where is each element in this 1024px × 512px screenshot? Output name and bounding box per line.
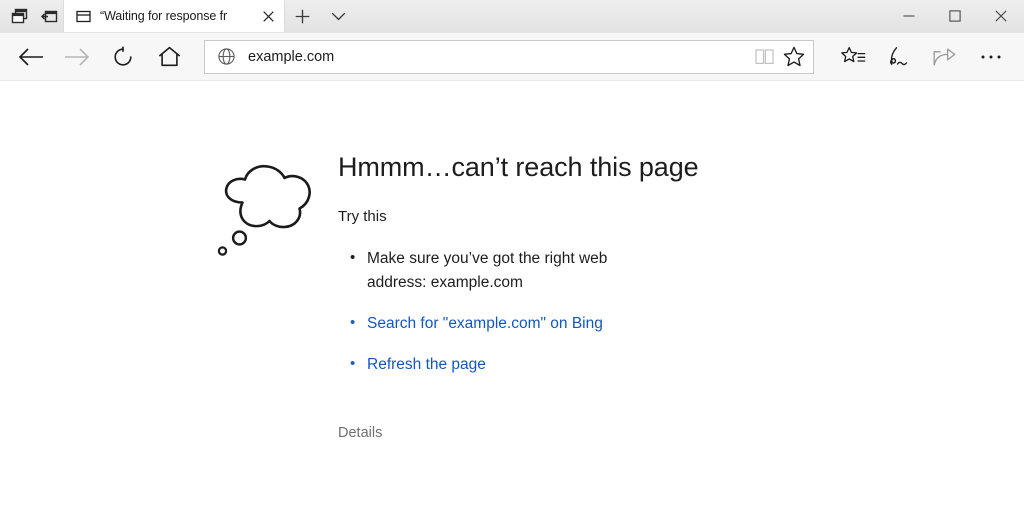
reading-view-icon[interactable] [749, 42, 779, 72]
suggestion-line-1: Make sure you’ve got the right web [367, 249, 608, 267]
tabs-you-have-set-aside-icon[interactable] [34, 1, 64, 31]
list-item: Make sure you’ve got the right web addre… [338, 246, 667, 295]
navigation-toolbar: example.com [0, 33, 1024, 81]
address-bar[interactable]: example.com [204, 39, 814, 74]
web-notes-icon[interactable] [876, 37, 922, 77]
browser-tab[interactable]: “Waiting for response fr [64, 0, 284, 32]
share-icon[interactable] [922, 37, 968, 77]
set-tabs-aside-icon[interactable] [4, 1, 34, 31]
toolbar-right-icons [830, 37, 1016, 77]
address-input[interactable]: example.com [248, 49, 749, 65]
refresh-button[interactable] [100, 37, 146, 77]
refresh-page-link[interactable]: Refresh the page [367, 356, 486, 373]
close-button[interactable] [978, 0, 1024, 32]
window-controls [886, 0, 1024, 32]
titlebar-left-buttons [0, 0, 64, 32]
details-toggle[interactable]: Details [338, 425, 382, 441]
error-page: Hmmm…can’t reach this page Try this Make… [212, 152, 938, 442]
star-icon[interactable] [779, 42, 809, 72]
new-tab-button[interactable] [284, 0, 320, 32]
maximize-button[interactable] [932, 0, 978, 32]
thought-bubble-illustration [212, 153, 332, 262]
suggestion-list: Make sure you’ve got the right web addre… [338, 246, 938, 377]
more-icon[interactable] [968, 37, 1014, 77]
favorites-hub-icon[interactable] [830, 37, 876, 77]
home-button[interactable] [146, 37, 192, 77]
search-on-bing-link[interactable]: Search for "example.com" on Bing [367, 315, 603, 332]
chevron-down-icon[interactable] [320, 0, 356, 32]
list-item: Refresh the page [338, 352, 667, 377]
tab-title: “Waiting for response fr [100, 9, 228, 23]
page-content: Hmmm…can’t reach this page Try this Make… [0, 81, 1024, 512]
page-title: Hmmm…can’t reach this page [338, 152, 699, 182]
globe-icon [215, 46, 237, 68]
error-text-block: Hmmm…can’t reach this page Try this Make… [338, 152, 938, 442]
title-bar: “Waiting for response fr [0, 0, 1024, 33]
close-icon[interactable] [256, 4, 280, 28]
minimize-button[interactable] [886, 0, 932, 32]
suggestion-line-2: address: example.com [367, 273, 523, 291]
try-this-label: Try this [338, 207, 387, 225]
forward-button[interactable] [54, 37, 100, 77]
back-button[interactable] [8, 37, 54, 77]
page-icon [74, 7, 92, 25]
edge-browser-window: “Waiting for response fr example.com Hmm… [0, 0, 1024, 512]
list-item: Search for "example.com" on Bing [338, 311, 667, 336]
